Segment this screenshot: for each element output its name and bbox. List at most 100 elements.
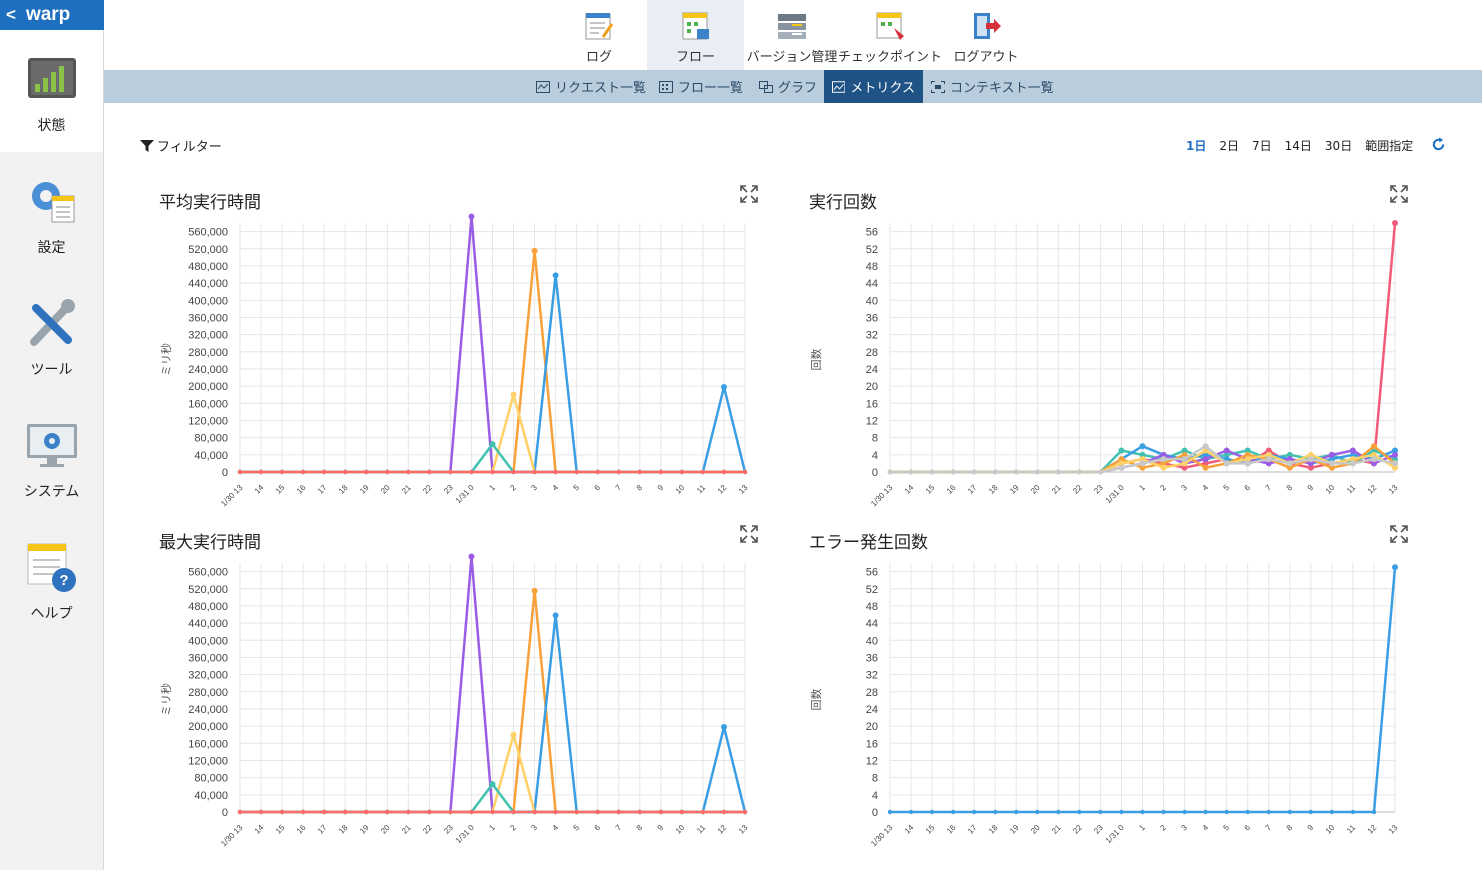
sidebar-item-status[interactable]: 状態	[0, 30, 103, 152]
y-tick-label: 24	[866, 704, 878, 716]
data-point	[1182, 809, 1187, 815]
y-tick-label: 200,000	[188, 721, 228, 733]
data-point	[720, 723, 727, 730]
data-point	[552, 272, 559, 279]
data-point	[1265, 456, 1272, 463]
data-point	[1244, 460, 1251, 467]
data-point	[448, 469, 453, 475]
subnav-flow-list[interactable]: フロー一覧	[651, 70, 751, 103]
x-tick-label: 20	[379, 823, 392, 836]
range-custom[interactable]: 範囲指定	[1365, 137, 1413, 154]
topnav-checkpoint[interactable]: チェックポイント	[838, 0, 942, 70]
x-tick-label: 1/30 13	[219, 823, 245, 849]
funnel-icon	[140, 139, 154, 152]
data-point	[993, 809, 998, 815]
data-point	[950, 809, 956, 815]
data-point	[406, 469, 411, 475]
data-point	[343, 809, 348, 815]
data-point	[1349, 460, 1356, 467]
data-point	[553, 469, 558, 475]
data-point	[1118, 464, 1125, 471]
x-tick-label: 18	[337, 823, 350, 836]
sidebar-item-label: 設定	[37, 240, 66, 256]
x-tick-label: 22	[421, 483, 434, 496]
y-tick-label: 320,000	[188, 670, 228, 682]
chart-title: 平均実行時間	[159, 193, 261, 213]
x-tick-label: 15	[924, 483, 937, 496]
range-1d[interactable]: 1日	[1186, 137, 1206, 154]
y-tick-label: 20	[866, 721, 878, 733]
data-point	[1224, 809, 1229, 815]
y-axis-label: 回数	[810, 349, 823, 371]
expand-icon[interactable]	[1390, 185, 1408, 203]
x-tick-label: 22	[421, 823, 434, 836]
brand-logo[interactable]: < warp	[0, 0, 104, 30]
data-point	[385, 469, 390, 475]
x-tick-label: 4	[551, 483, 561, 493]
topnav-logout[interactable]: ログアウト	[940, 0, 1032, 70]
flow-list-icon	[659, 80, 673, 93]
range-30d[interactable]: 30日	[1325, 137, 1352, 154]
y-tick-label: 480,000	[188, 261, 228, 273]
subnav-graph[interactable]: グラフ	[751, 70, 825, 103]
log-notepad-icon	[585, 13, 614, 40]
x-tick-label: 11	[695, 823, 708, 836]
x-tick-label: 3	[529, 823, 539, 833]
monitor-gear-icon	[26, 424, 77, 467]
topnav-log[interactable]: ログ	[549, 0, 649, 70]
range-7d[interactable]: 7日	[1252, 137, 1272, 154]
subnav-label: メトリクス	[850, 81, 915, 96]
subnav-request-list[interactable]: リクエスト一覧	[528, 70, 654, 103]
x-tick-label: 1/31 0	[454, 483, 476, 505]
y-tick-label: 56	[866, 227, 878, 239]
expand-icon[interactable]	[1390, 525, 1408, 543]
y-tick-label: 32	[866, 670, 878, 682]
data-point	[1370, 443, 1377, 450]
topnav-flow[interactable]: フロー	[647, 0, 744, 70]
x-tick-label: 16	[295, 483, 308, 496]
sidebar: < warp 状態 設定 ツール システム ? ヘルプ	[0, 0, 104, 870]
subnav-context-list[interactable]: コンテキスト一覧	[923, 70, 1062, 103]
y-tick-label: 20	[866, 381, 878, 393]
expand-icon[interactable]	[740, 185, 758, 203]
chart-title: 最大実行時間	[159, 533, 261, 553]
range-14d[interactable]: 14日	[1285, 137, 1312, 154]
x-tick-label: 21	[1050, 483, 1063, 496]
chart-max-exec-time: 0 40,000 80,000 120,000 160,000 200,000 240,00…	[159, 553, 750, 849]
x-tick-label: 5	[1222, 483, 1232, 493]
y-tick-label: 52	[866, 244, 878, 256]
sidebar-item-system[interactable]: システム	[0, 396, 103, 518]
subnav-label: フロー一覧	[678, 81, 744, 96]
data-point	[532, 469, 537, 475]
x-tick-label: 17	[966, 823, 979, 836]
filter-button[interactable]: フィルター	[140, 136, 222, 155]
x-tick-label: 1	[1137, 483, 1147, 493]
x-tick-label: 23	[1092, 823, 1105, 836]
data-point	[490, 809, 495, 815]
data-point	[929, 469, 935, 475]
sidebar-item-help[interactable]: ? ヘルプ	[0, 518, 103, 640]
y-tick-label: 0	[872, 807, 878, 819]
sidebar-item-tools[interactable]: ツール	[0, 274, 103, 396]
subnav-metrics[interactable]: メトリクス	[824, 70, 923, 103]
topnav-version[interactable]: バージョン管理	[744, 0, 840, 70]
y-tick-label: 36	[866, 652, 878, 664]
topnav-label: フロー	[675, 50, 715, 65]
y-tick-label: 520,000	[188, 244, 228, 256]
brand-text: warp	[25, 4, 71, 25]
data-point	[700, 469, 706, 475]
sidebar-item-settings[interactable]: 設定	[0, 152, 103, 274]
range-2d[interactable]: 2日	[1219, 137, 1239, 154]
x-tick-label: 7	[614, 823, 624, 833]
data-point	[1203, 809, 1208, 815]
back-chevron-icon[interactable]: <	[6, 5, 16, 25]
data-point	[427, 469, 432, 475]
data-point	[595, 809, 600, 815]
y-tick-label: 44	[866, 278, 878, 290]
x-tick-label: 1/31 0	[454, 823, 476, 845]
data-point	[616, 469, 621, 475]
x-tick-label: 8	[635, 483, 645, 493]
refresh-icon[interactable]	[1431, 137, 1446, 152]
expand-icon[interactable]	[740, 525, 758, 543]
y-tick-label: 80,000	[194, 773, 228, 785]
